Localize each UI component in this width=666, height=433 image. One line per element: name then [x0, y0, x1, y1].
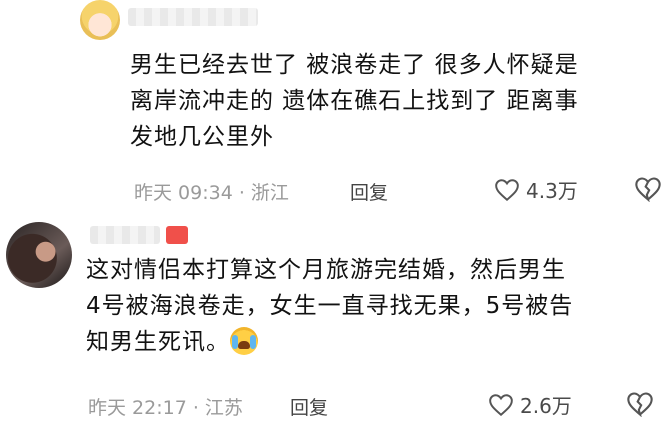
avatar[interactable]: [80, 0, 120, 40]
crying-face-icon: [230, 327, 258, 355]
comment-text: 男生已经去世了 被浪卷走了 很多人怀疑是 离岸流冲走的 遗体在礁石上找到了 距离…: [130, 52, 579, 150]
username-blurred[interactable]: [90, 226, 160, 244]
dislike-broken-heart-icon[interactable]: [626, 391, 654, 417]
dislike-broken-heart-icon[interactable]: [634, 176, 662, 202]
comment-text-body: 这对情侣本打算这个月旅游完结婚，然后男生 4号被海浪卷走，女生一直寻找无果，5号…: [86, 257, 574, 355]
heart-icon: [489, 393, 513, 416]
avatar[interactable]: [6, 222, 72, 288]
reply-button[interactable]: 回复: [290, 393, 328, 420]
user-badge: [166, 226, 188, 244]
like-count: 2.6万: [520, 394, 572, 418]
heart-icon: [495, 178, 519, 201]
like-count: 4.3万: [526, 179, 578, 203]
comment-meta: 昨天 22:17 · 江苏: [88, 397, 243, 419]
like-button[interactable]: 2.6万: [488, 390, 572, 419]
like-button[interactable]: 4.3万: [494, 175, 578, 204]
comment-text: 这对情侣本打算这个月旅游完结婚，然后男生 4号被海浪卷走，女生一直寻找无果，5号…: [86, 252, 573, 360]
comment-meta: 昨天 09:34 · 浙江: [134, 182, 289, 204]
reply-button[interactable]: 回复: [350, 178, 388, 205]
username-blurred[interactable]: [128, 8, 258, 26]
